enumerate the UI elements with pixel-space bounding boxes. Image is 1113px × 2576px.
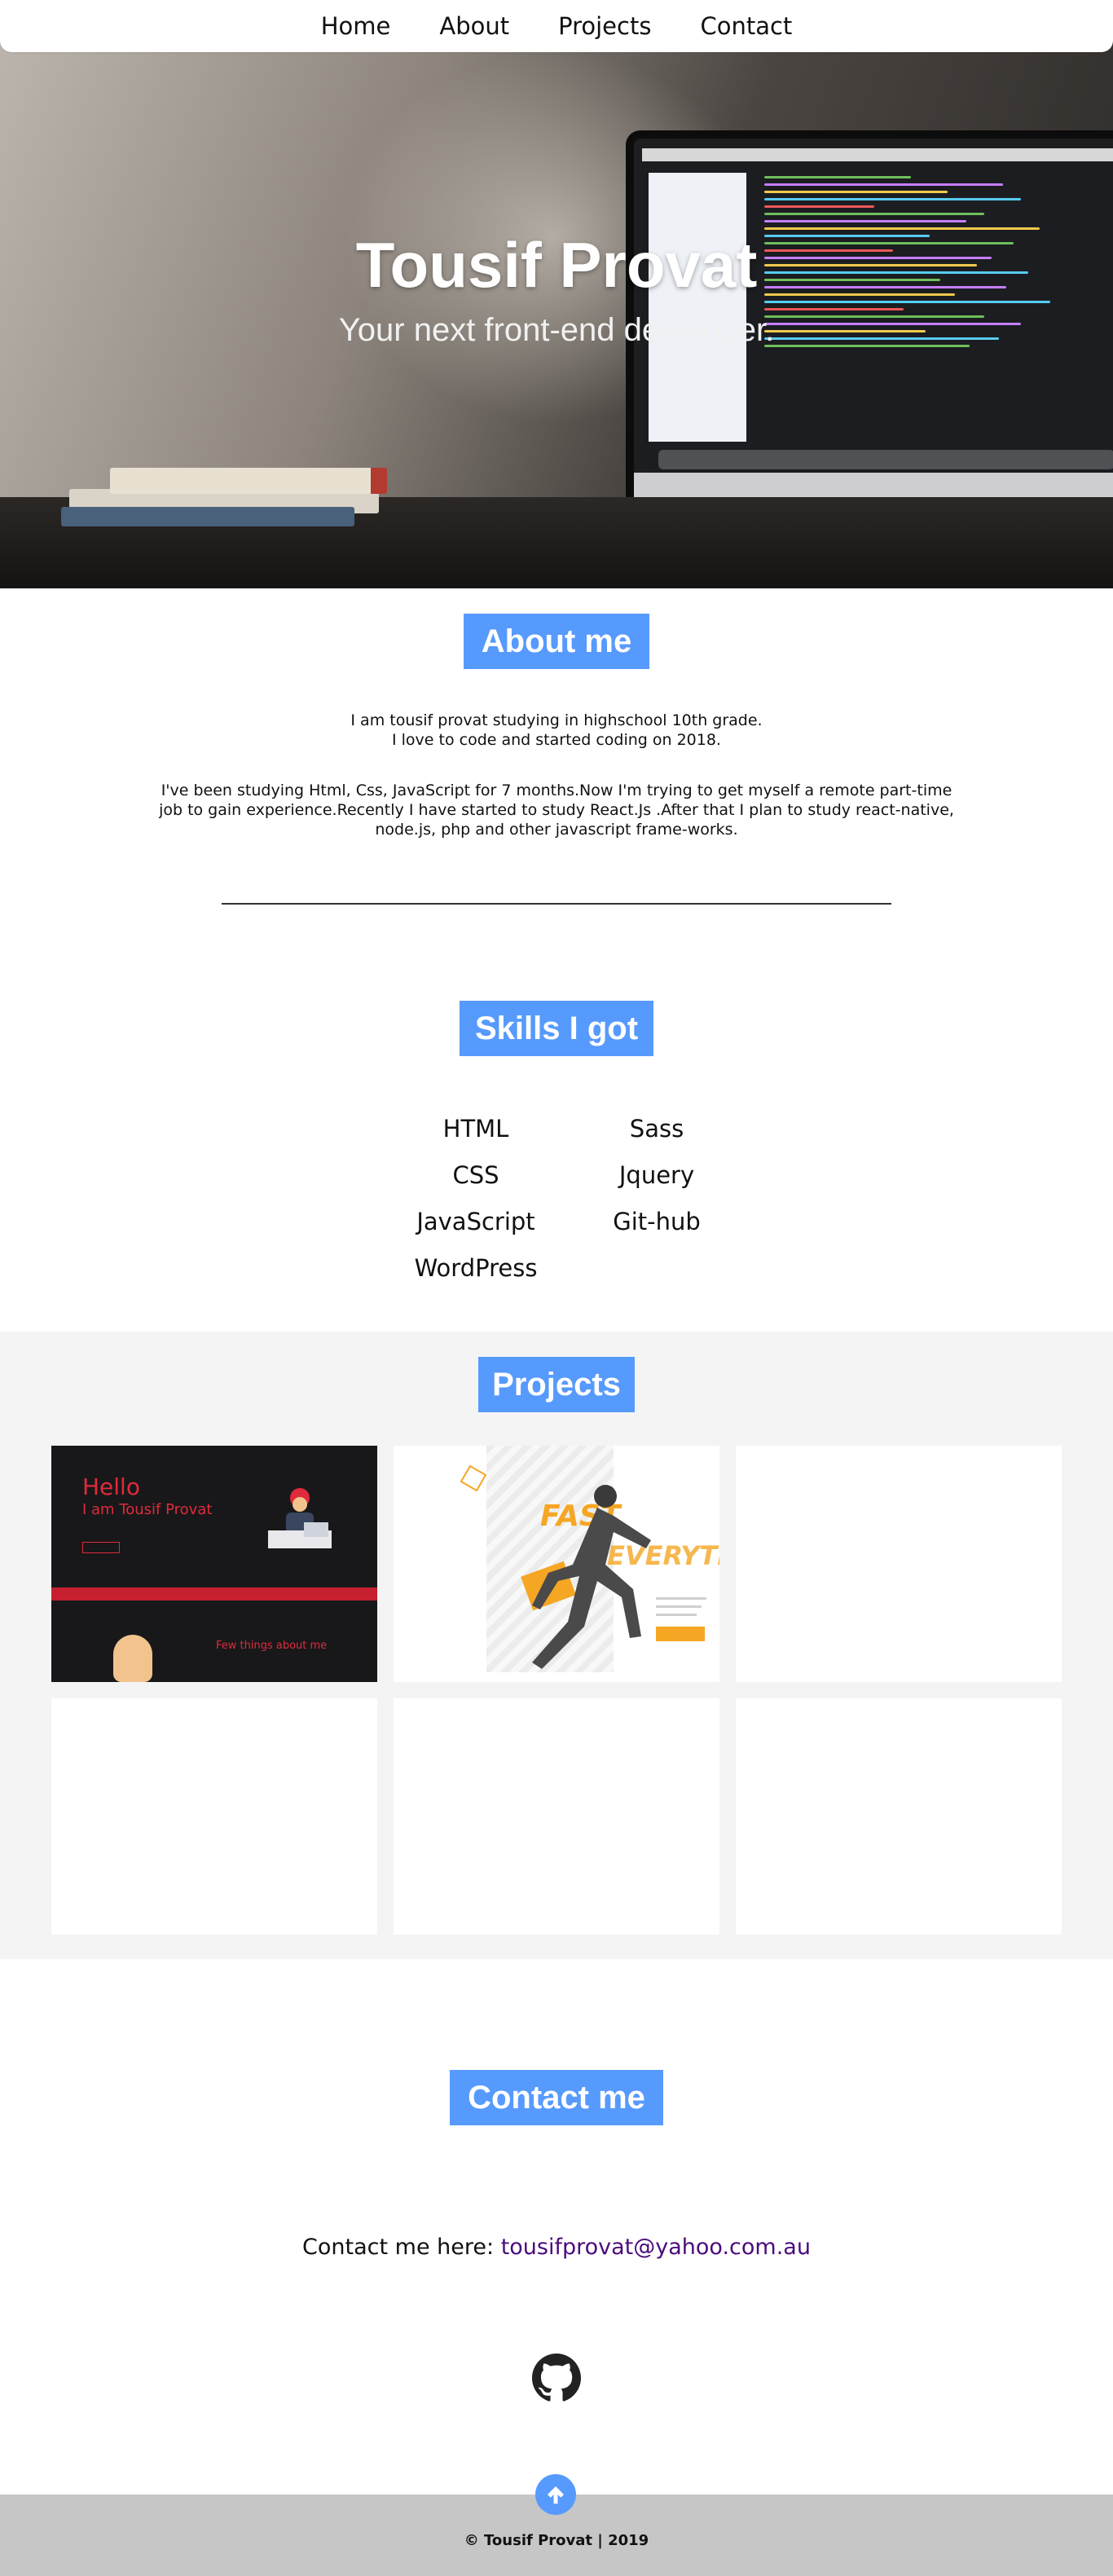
skills-heading: Skills I got xyxy=(460,1001,653,1056)
arrow-up-icon xyxy=(548,2486,564,2504)
projects-heading: Projects xyxy=(478,1357,635,1412)
hero-banner: Tousif Provat Your next front-end develo… xyxy=(0,0,1113,588)
footer-copyright: © Tousif Provat | 2019 xyxy=(464,2532,649,2549)
skill-item: HTML xyxy=(442,1115,509,1143)
section-divider xyxy=(222,903,891,905)
p1-developer-illustration xyxy=(268,1488,332,1548)
book xyxy=(110,468,387,494)
contact-email-link[interactable]: tousifprovat@yahoo.com.au xyxy=(501,2235,811,2260)
screen-dock xyxy=(658,450,1113,469)
p2-runner-illustration xyxy=(532,1485,651,1669)
about-details: I've been studying Html, Css, JavaScript… xyxy=(122,781,991,839)
screen-menubar xyxy=(642,148,1113,161)
p1-avatar xyxy=(113,1635,152,1682)
about-heading: About me xyxy=(464,614,649,669)
about-line-5: node.js, php and other javascript frame-… xyxy=(375,821,738,839)
project-card-1[interactable]: Hello I am Tousif Provat Few things abou… xyxy=(51,1446,377,1682)
project-card-4[interactable] xyxy=(51,1698,377,1935)
contact-heading: Contact me xyxy=(450,2070,663,2125)
p2-text-line xyxy=(656,1597,706,1600)
github-icon[interactable] xyxy=(532,2354,581,2402)
hero-text: Tousif Provat Your next front-end develo… xyxy=(0,228,1113,349)
top-nav: Home About Projects Contact xyxy=(0,0,1113,52)
nav-projects[interactable]: Projects xyxy=(558,12,651,40)
project-card-3[interactable] xyxy=(736,1446,1062,1682)
about-line-3: I've been studying Html, Css, JavaScript… xyxy=(161,782,952,799)
p1-button xyxy=(82,1542,120,1553)
p2-text-line xyxy=(656,1614,697,1616)
contact-label: Contact me here: xyxy=(302,2235,501,2260)
skill-item: Sass xyxy=(629,1115,684,1143)
project-card-5[interactable] xyxy=(394,1698,719,1935)
about-line-2: I love to code and started coding on 201… xyxy=(392,731,721,749)
skill-item: JavaScript xyxy=(416,1208,535,1235)
about-line-4: job to gain experience.Recently I have s… xyxy=(159,801,954,819)
skill-item: Git-hub xyxy=(613,1208,701,1235)
nav-about[interactable]: About xyxy=(439,12,509,40)
p2-text-line xyxy=(656,1605,702,1608)
p1-name-text: I am Tousif Provat xyxy=(82,1501,213,1518)
scroll-top-button[interactable] xyxy=(535,2474,576,2515)
hero-books xyxy=(61,456,387,538)
about-line-1: I am tousif provat studying in highschoo… xyxy=(350,711,763,729)
p1-hello-text: Hello xyxy=(82,1473,140,1500)
hero-title: Tousif Provat xyxy=(355,229,758,301)
skill-item: WordPress xyxy=(414,1254,538,1282)
skill-item: Jquery xyxy=(618,1161,695,1189)
nav-home[interactable]: Home xyxy=(321,12,391,40)
project-card-6[interactable] xyxy=(736,1698,1062,1935)
project-card-2[interactable]: FAST EVERYTHIN xyxy=(394,1446,719,1682)
skill-item: CSS xyxy=(452,1161,499,1189)
about-intro: I am tousif provat studying in highschoo… xyxy=(122,711,991,750)
hero-subtitle: Your next front-end developer. xyxy=(338,312,775,348)
book xyxy=(61,507,354,526)
nav-contact[interactable]: Contact xyxy=(700,12,792,40)
p1-about-text: Few things about me xyxy=(216,1640,328,1652)
p1-nav-bar xyxy=(51,1587,377,1601)
p2-cta-button xyxy=(656,1627,705,1641)
contact-line: Contact me here: tousifprovat@yahoo.com.… xyxy=(0,2235,1113,2260)
